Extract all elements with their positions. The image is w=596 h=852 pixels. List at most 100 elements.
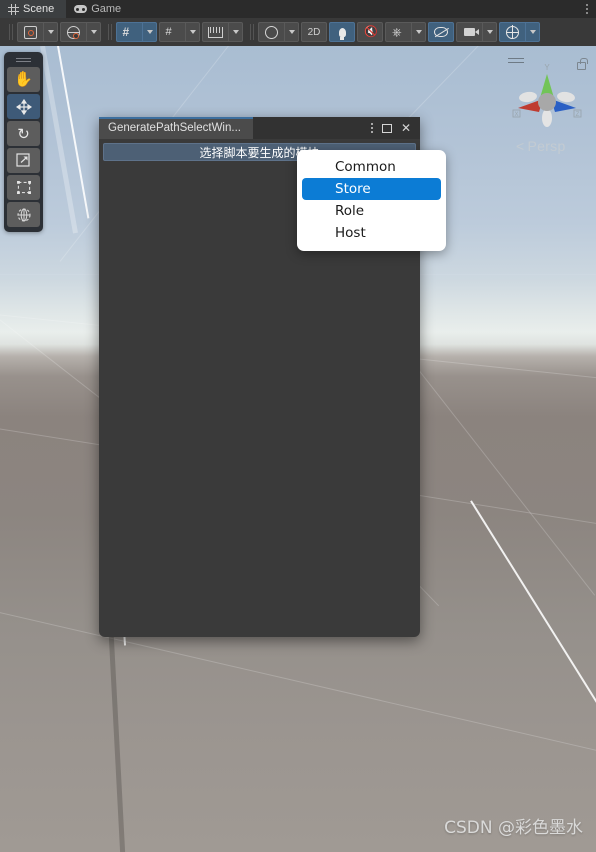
axis-gizmo-icon[interactable]: Y X Z	[506, 58, 588, 136]
transform-globe-icon	[16, 207, 31, 222]
chevron-down-icon	[288, 30, 295, 34]
ruler-group	[202, 22, 243, 42]
grid-visibility-button[interactable]: #	[116, 22, 142, 42]
toggle-2d-label: 2D	[307, 26, 321, 38]
handle-mode-button[interactable]	[60, 22, 86, 42]
shading-mode-button[interactable]	[258, 22, 284, 42]
scale-tool-button[interactable]	[7, 148, 40, 173]
shading-sphere-icon	[265, 25, 278, 39]
gizmos-dropdown[interactable]	[525, 22, 540, 42]
maximize-icon[interactable]	[381, 123, 392, 133]
camera-preview-group	[456, 22, 497, 42]
grid-visibility-dropdown[interactable]	[142, 22, 157, 42]
transform-tool-button[interactable]	[7, 202, 40, 227]
unity-editor-window: Scene Game # # 2D 🔇 ⎈ ✋ ↻ Y X Z < Persp …	[0, 0, 596, 852]
toolbar-divider-3	[250, 24, 251, 40]
chevron-down-icon	[189, 30, 196, 34]
chevron-down-icon	[415, 30, 422, 34]
dialog-window-controls: ✕	[362, 117, 420, 139]
tab-game-label: Game	[91, 3, 122, 15]
move-tool-button[interactable]	[7, 94, 40, 119]
tab-scene-label: Scene	[23, 3, 55, 15]
globe-icon	[66, 25, 80, 39]
shading-mode-dropdown[interactable]	[284, 22, 299, 42]
gizmos-group	[499, 22, 540, 42]
snap-increment-button[interactable]: #	[159, 22, 185, 42]
menu-item-label: Role	[335, 203, 365, 219]
hand-icon: ✋	[14, 71, 33, 88]
scale-icon	[16, 153, 30, 167]
svg-text:Y: Y	[544, 63, 550, 72]
menu-item-common[interactable]: Common	[302, 156, 441, 178]
ruler-icon	[208, 26, 223, 38]
rotate-tool-button[interactable]: ↻	[7, 121, 40, 146]
lightbulb-icon	[338, 27, 346, 40]
tab-scene[interactable]: Scene	[0, 0, 67, 18]
dialog-title-bar[interactable]: GeneratePathSelectWin... ✕	[99, 117, 420, 139]
rect-tool-button[interactable]	[7, 175, 40, 200]
grid-icon	[8, 3, 19, 15]
editor-menu-button[interactable]	[578, 0, 596, 18]
handle-mode-group	[60, 22, 101, 42]
shading-mode-group	[258, 22, 299, 42]
gizmos-button[interactable]	[499, 22, 525, 42]
module-dropdown-menu: Common Store Role Host	[297, 150, 446, 251]
close-icon[interactable]: ✕	[401, 122, 411, 134]
grid-visibility-group: #	[116, 22, 157, 42]
menu-item-host[interactable]: Host	[302, 222, 441, 244]
effects-dropdown[interactable]	[411, 22, 426, 42]
chevron-down-icon	[529, 30, 536, 34]
chevron-down-icon	[90, 30, 97, 34]
scene-lighting-button[interactable]	[329, 22, 355, 42]
speaker-mute-icon: 🔇	[364, 26, 378, 38]
magnet-grid-icon: #	[165, 25, 172, 38]
ruler-button[interactable]	[202, 22, 228, 42]
effects-button[interactable]: ⎈	[385, 22, 411, 42]
scene-toolbar: # # 2D 🔇 ⎈	[0, 18, 596, 46]
dialog-tab[interactable]: GeneratePathSelectWin...	[99, 117, 253, 139]
hand-tool-button[interactable]: ✋	[7, 67, 40, 92]
snap-increment-group: #	[159, 22, 200, 42]
menu-item-role[interactable]: Role	[302, 200, 441, 222]
dialog-title: GeneratePathSelectWin...	[108, 122, 241, 134]
pivot-center-icon	[24, 25, 37, 39]
palette-drag-handle[interactable]	[16, 57, 31, 63]
svg-text:X: X	[514, 112, 518, 118]
dialog-menu-button[interactable]	[370, 123, 373, 133]
toolbar-divider-2	[108, 24, 109, 40]
effects-icon: ⎈	[392, 25, 402, 39]
gizmo-globe-icon	[505, 25, 519, 39]
menu-item-label: Store	[335, 181, 371, 197]
scene-visibility-button[interactable]	[428, 22, 454, 42]
scene-view-gizmo[interactable]: Y X Z < Persp	[506, 52, 588, 156]
pivot-mode-dropdown[interactable]	[43, 22, 58, 42]
chevron-down-icon	[146, 30, 153, 34]
toolbar-divider-1	[9, 24, 10, 40]
chevron-down-icon	[232, 30, 239, 34]
grid-axis-icon: #	[122, 24, 130, 39]
toggle-2d-button[interactable]: 2D	[301, 22, 327, 42]
projection-mode-button[interactable]: < Persp	[516, 138, 566, 154]
chevron-down-icon	[486, 30, 493, 34]
effects-group: ⎈	[385, 22, 426, 42]
svg-text:Z: Z	[576, 112, 580, 118]
handle-mode-dropdown[interactable]	[86, 22, 101, 42]
watermark-text: CSDN @彩色墨水	[444, 818, 583, 838]
camera-preview-dropdown[interactable]	[482, 22, 497, 42]
move-arrows-icon	[15, 98, 32, 115]
rotate-icon: ↻	[17, 125, 30, 143]
camera-preview-button[interactable]	[456, 22, 482, 42]
snap-increment-dropdown[interactable]	[185, 22, 200, 42]
pivot-mode-button[interactable]	[17, 22, 43, 42]
ruler-dropdown[interactable]	[228, 22, 243, 42]
pivot-mode-group	[17, 22, 58, 42]
editor-tab-bar: Scene Game	[0, 0, 596, 18]
tab-game[interactable]: Game	[66, 0, 133, 18]
menu-item-store[interactable]: Store	[302, 178, 441, 200]
camera-icon	[464, 28, 479, 36]
projection-prefix: <	[516, 138, 525, 154]
scene-audio-button[interactable]: 🔇	[357, 22, 383, 42]
gamepad-icon	[74, 5, 88, 13]
eye-off-icon	[434, 27, 448, 37]
menu-item-label: Host	[335, 225, 366, 241]
